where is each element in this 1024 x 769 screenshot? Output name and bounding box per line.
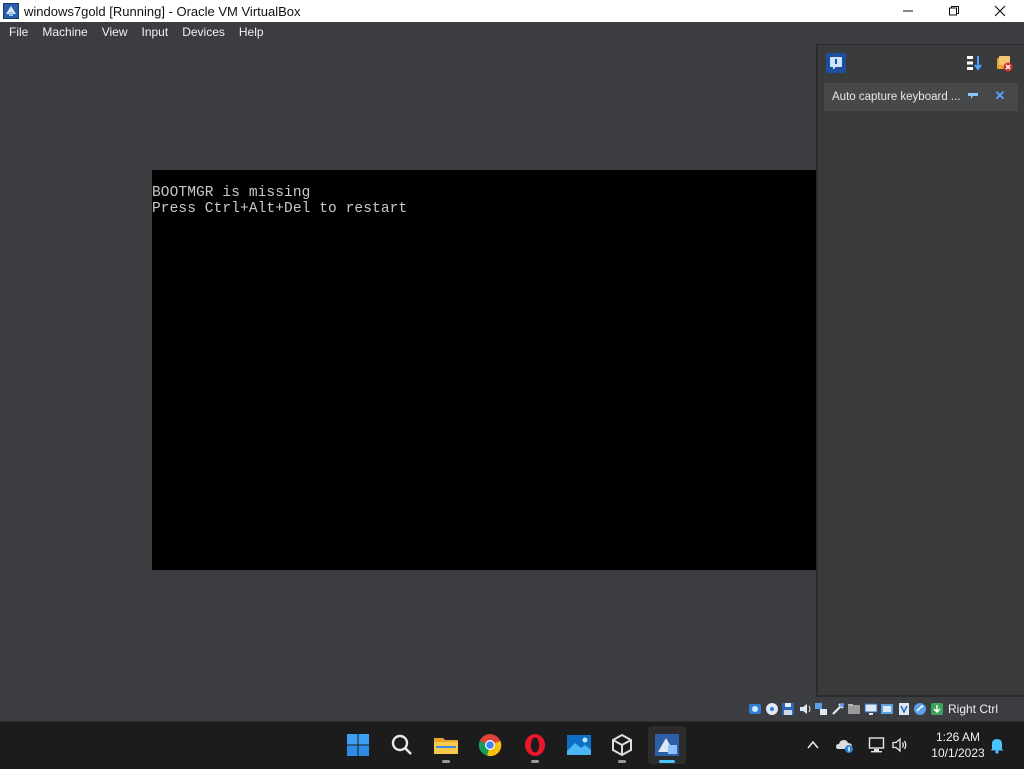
menu-file[interactable]: File: [4, 22, 33, 42]
running-indicator: [618, 760, 626, 763]
audio-icon[interactable]: [798, 702, 812, 716]
photos-icon: [567, 735, 591, 755]
sort-icon: [967, 56, 982, 71]
menu-input[interactable]: Input: [137, 22, 174, 42]
title-bar: windows7gold [Running] - Oracle VM Virtu…: [0, 0, 1024, 22]
minimize-button[interactable]: [885, 0, 931, 22]
running-indicator: [442, 760, 450, 763]
hard-disk-icon[interactable]: [748, 702, 762, 716]
display-icon[interactable]: [864, 702, 878, 716]
start-icon: [347, 734, 369, 756]
console-line: BOOTMGR is missing: [152, 185, 311, 201]
opera-icon: [525, 734, 545, 756]
close-icon: ✕: [994, 88, 1006, 103]
menu-devices[interactable]: Devices: [177, 22, 230, 42]
keyboard-capture-icon[interactable]: [930, 702, 944, 716]
sort-button[interactable]: [964, 53, 984, 73]
minimize-icon: [903, 10, 913, 12]
info-button[interactable]: [826, 53, 846, 73]
chevron-up-icon: [807, 740, 819, 749]
restore-button[interactable]: [931, 0, 977, 22]
usb-icon[interactable]: [831, 702, 845, 716]
floppy-icon[interactable]: [781, 702, 795, 716]
optical-drive-icon[interactable]: [765, 702, 779, 716]
running-indicator: [531, 760, 539, 763]
file-explorer-icon: [434, 738, 458, 754]
virtualbox-manager-icon: [612, 733, 632, 757]
menu-machine[interactable]: Machine: [37, 22, 92, 42]
file-explorer-button[interactable]: [427, 726, 465, 764]
virtualbox-app-icon[interactable]: [3, 3, 19, 19]
photos-button[interactable]: [560, 726, 598, 764]
chrome-button[interactable]: [471, 726, 509, 764]
notification-center: Auto capture keyboard ... ✕: [816, 44, 1024, 697]
cpu-icon[interactable]: [897, 702, 911, 716]
onedrive-button[interactable]: [834, 734, 856, 756]
chrome-icon: [478, 734, 502, 757]
maximize-icon: [949, 6, 959, 16]
start-button[interactable]: [339, 726, 377, 764]
taskbar: 1:26 AM 10/1/2023: [0, 721, 1024, 769]
network-tray-button[interactable]: [866, 734, 888, 756]
notification-bell-icon: [990, 739, 1004, 754]
recording-icon[interactable]: [880, 702, 894, 716]
notification-close-button[interactable]: ✕: [992, 88, 1008, 104]
opera-button[interactable]: [516, 726, 554, 764]
menu-view[interactable]: View: [97, 22, 133, 42]
search-button[interactable]: [383, 726, 421, 764]
notification-center-button[interactable]: [986, 734, 1008, 756]
network-icon: [868, 737, 885, 753]
active-indicator: [659, 760, 675, 763]
network-icon[interactable]: [814, 702, 828, 716]
vm-display[interactable]: BOOTMGR is missing Press Ctrl+Alt+Del to…: [152, 170, 816, 570]
virtualbox-vm-icon: [655, 734, 679, 756]
volume-icon: [892, 737, 907, 753]
show-hidden-icons-button[interactable]: [802, 734, 824, 756]
clock-time: 1:26 AM: [935, 730, 981, 744]
menu-help[interactable]: Help: [234, 22, 269, 42]
host-key-label[interactable]: Right Ctrl: [948, 702, 998, 716]
notification-item[interactable]: Auto capture keyboard ... ✕: [824, 83, 1018, 111]
info-icon: [830, 57, 842, 70]
expand-arrow-icon[interactable]: [966, 90, 980, 104]
shared-folders-icon[interactable]: [847, 702, 861, 716]
onedrive-icon: [836, 740, 853, 753]
volume-button[interactable]: [889, 734, 911, 756]
menu-bar: File Machine View Input Devices Help: [0, 22, 1024, 42]
clock[interactable]: 1:26 AM 10/1/2023: [920, 729, 996, 761]
close-button[interactable]: [977, 0, 1023, 22]
console-line: Press Ctrl+Alt+Del to restart: [152, 201, 408, 217]
clear-all-button[interactable]: [994, 53, 1014, 73]
mouse-integration-icon[interactable]: [913, 702, 927, 716]
window-title: windows7gold [Running] - Oracle VM Virtu…: [24, 3, 301, 19]
clear-all-icon: [997, 56, 1013, 72]
search-icon: [391, 734, 412, 755]
virtualbox-manager-button[interactable]: [603, 726, 641, 764]
close-icon: [994, 5, 1006, 17]
clock-date: 10/1/2023: [931, 746, 985, 760]
notification-text: Auto capture keyboard ...: [832, 91, 961, 103]
virtualbox-vm-button[interactable]: [648, 726, 686, 764]
vm-status-bar: Right Ctrl: [748, 698, 1024, 720]
